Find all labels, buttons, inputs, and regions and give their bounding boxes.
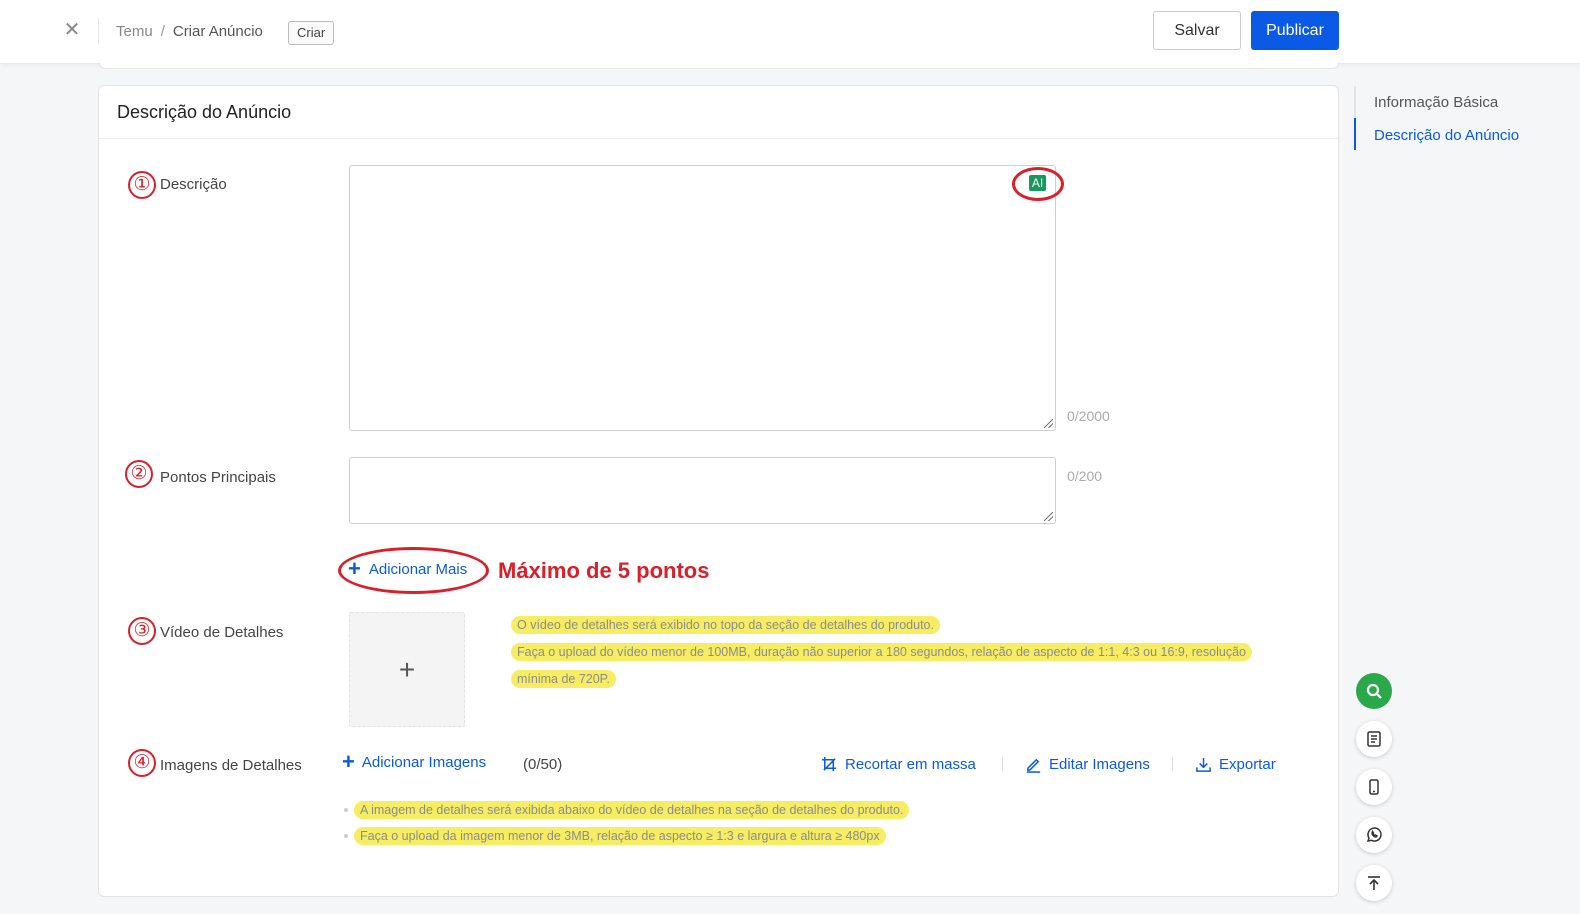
download-icon	[1196, 757, 1211, 772]
toc-active-indicator	[1354, 118, 1356, 150]
breadcrumb-item-current: Criar Anúncio	[172, 23, 263, 40]
divider	[1172, 757, 1173, 771]
save-button[interactable]: Salvar	[1153, 11, 1241, 50]
form-button[interactable]	[1356, 721, 1392, 757]
edit-images-label: Editar Imagens	[1049, 756, 1150, 773]
back-to-top-button[interactable]	[1356, 865, 1392, 901]
add-more-button[interactable]: + Adicionar Mais	[348, 556, 468, 581]
export-label: Exportar	[1219, 756, 1276, 773]
bullet-points-label: Pontos Principais	[160, 469, 276, 486]
previous-card-edge	[99, 62, 1339, 69]
toc-item-listing-description[interactable]: Descrição do Anúncio	[1374, 127, 1519, 144]
whatsapp-icon	[1366, 827, 1382, 842]
edit-images-button[interactable]: Editar Imagens	[1025, 756, 1150, 773]
card-header: Descrição do Anúncio	[99, 86, 1338, 139]
top-bar: ✕ Temu / Criar Anúncio Criar Salvar Publ…	[0, 0, 1580, 64]
breadcrumb-item-temu[interactable]: Temu	[116, 23, 153, 40]
bullet-dot	[344, 808, 348, 812]
description-label: Descrição	[160, 176, 227, 193]
toc-item-basic-info[interactable]: Informação Básica	[1374, 94, 1498, 111]
bullet-point-char-counter: 0/200	[1067, 468, 1103, 484]
detail-video-label: Vídeo de Detalhes	[160, 624, 284, 641]
step-number-2: ②	[125, 460, 153, 488]
form-icon	[1367, 731, 1381, 747]
breadcrumb-separator: /	[160, 23, 165, 40]
bullet-point-textarea[interactable]	[349, 457, 1056, 524]
bulk-crop-button[interactable]: Recortar em massa	[821, 756, 976, 773]
close-icon[interactable]: ✕	[62, 20, 82, 40]
plus-icon: +	[342, 749, 355, 774]
bulk-crop-label: Recortar em massa	[845, 756, 976, 773]
plus-icon: +	[398, 653, 416, 685]
add-images-label: Adicionar Imagens	[361, 753, 487, 771]
breadcrumb: Temu / Criar Anúncio	[116, 23, 263, 40]
mobile-icon	[1369, 779, 1379, 795]
resize-handle-icon[interactable]	[1044, 419, 1053, 428]
plus-icon: +	[348, 556, 361, 581]
status-badge: Criar	[288, 21, 335, 45]
mobile-preview-button[interactable]	[1356, 769, 1392, 805]
search-icon	[1366, 683, 1382, 699]
resize-handle-icon[interactable]	[1044, 512, 1053, 521]
edit-icon	[1026, 758, 1041, 773]
add-images-button[interactable]: + Adicionar Imagens	[342, 749, 487, 774]
description-char-counter: 0/2000	[1067, 408, 1110, 424]
publish-button[interactable]: Publicar	[1251, 11, 1339, 50]
video-hint-2-continued: mínima de 720P.	[511, 670, 616, 688]
step-number-3: ③	[128, 617, 156, 645]
crop-icon	[821, 756, 837, 772]
divider	[1002, 757, 1003, 771]
divider	[98, 18, 99, 44]
video-hint-2: Faça o upload do vídeo menor de 100MB, d…	[511, 643, 1252, 661]
back-to-top-icon	[1368, 876, 1380, 890]
step-number-4: ④	[128, 749, 156, 777]
images-hint-2: Faça o upload da imagem menor de 3MB, re…	[354, 827, 886, 845]
whatsapp-button[interactable]	[1356, 817, 1392, 853]
card-title: Descrição do Anúncio	[117, 102, 292, 122]
description-textarea[interactable]	[349, 165, 1056, 431]
max-points-annotation: Máximo de 5 pontos	[498, 558, 710, 583]
video-hint-1: O vídeo de detalhes será exibido no topo…	[511, 616, 940, 634]
image-count: (0/50)	[523, 756, 563, 773]
step-number-1: ①	[128, 171, 156, 199]
video-upload-box[interactable]: +	[349, 612, 465, 727]
bullet-dot	[344, 834, 348, 838]
detail-images-label: Imagens de Detalhes	[160, 757, 302, 774]
add-more-label: Adicionar Mais	[368, 560, 468, 578]
export-button[interactable]: Exportar	[1195, 756, 1276, 773]
search-button[interactable]	[1356, 673, 1392, 709]
images-hint-1: A imagem de detalhes será exibida abaixo…	[354, 801, 910, 819]
ai-icon[interactable]: AI	[1029, 175, 1046, 191]
